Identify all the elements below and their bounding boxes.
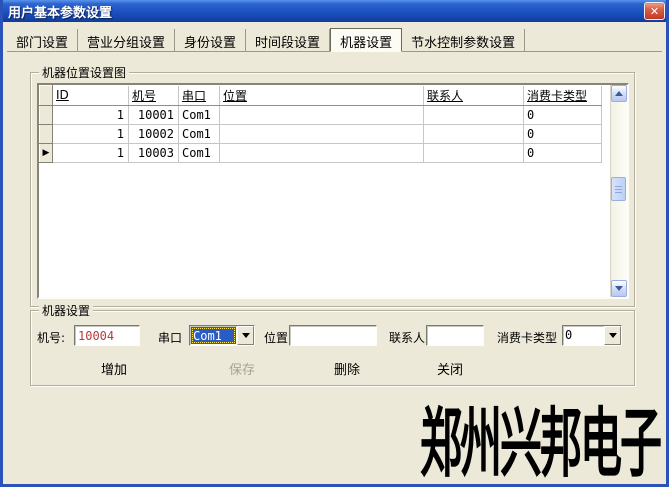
row-filler (602, 106, 610, 125)
card-type-combobox-value: 0 (563, 326, 604, 345)
column-header-port[interactable]: 串口 (179, 86, 220, 106)
column-header-id[interactable]: ID (53, 86, 129, 106)
close-dialog-button[interactable]: 关闭 (437, 359, 463, 378)
port-combobox[interactable]: Com1 (189, 325, 255, 346)
titlebar[interactable]: 用户基本参数设置 ✕ (0, 0, 669, 22)
cell-contact[interactable] (424, 144, 524, 163)
cell-card-type[interactable]: 0 (524, 125, 602, 144)
cell-port[interactable]: Com1 (179, 106, 220, 125)
machines-table: ID 机号 串口 位置 联系人 消费卡类型 1 10001 Com1 (39, 85, 610, 163)
scroll-up-arrow-icon (615, 91, 623, 96)
port-combobox-value: Com1 (191, 327, 236, 344)
current-row-arrow-icon: ▶ (43, 148, 50, 158)
cell-location[interactable] (220, 106, 424, 125)
port-label: 串口 (158, 329, 182, 346)
cell-machine-no[interactable]: 10003 (129, 144, 179, 163)
cell-contact[interactable] (424, 125, 524, 144)
row-selector-current[interactable]: ▶ (40, 144, 53, 163)
dropdown-arrow-button[interactable] (604, 326, 621, 345)
contact-label: 联系人 (389, 329, 425, 346)
watermark-text: 郑州兴邦电子 (420, 406, 660, 482)
cell-id[interactable]: 1 (53, 125, 129, 144)
row-selector[interactable] (40, 125, 53, 144)
cell-id[interactable]: 1 (53, 144, 129, 163)
row-filler (602, 125, 610, 144)
grid-header-row: ID 机号 串口 位置 联系人 消费卡类型 (40, 86, 610, 106)
close-button[interactable]: ✕ (644, 2, 665, 20)
location-input[interactable] (289, 325, 377, 346)
cell-machine-no[interactable]: 10002 (129, 125, 179, 144)
window-title: 用户基本参数设置 (8, 2, 112, 21)
table-row-current[interactable]: ▶ 1 10003 Com1 0 (40, 144, 610, 163)
row-selector[interactable] (40, 106, 53, 125)
tab-business-group-settings[interactable]: 营业分组设置 (78, 29, 175, 51)
machine-settings-group: 机器设置 机号: 串口 Com1 位置 联系人 消费卡类型 0 增加 保存 删除… (30, 310, 635, 386)
tab-identity-settings[interactable]: 身份设置 (175, 29, 246, 51)
table-row[interactable]: 1 10001 Com1 0 (40, 106, 610, 125)
machine-settings-group-title: 机器设置 (39, 302, 93, 319)
column-header-location[interactable]: 位置 (220, 86, 424, 106)
save-button[interactable]: 保存 (229, 359, 255, 378)
delete-button[interactable]: 删除 (334, 359, 360, 378)
column-header-machine-no[interactable]: 机号 (129, 86, 179, 106)
cell-location[interactable] (220, 125, 424, 144)
cell-contact[interactable] (424, 106, 524, 125)
cell-card-type[interactable]: 0 (524, 144, 602, 163)
tab-department-settings[interactable]: 部门设置 (7, 29, 78, 51)
scroll-down-arrow-icon (615, 286, 623, 291)
add-button[interactable]: 增加 (101, 359, 127, 378)
cell-id[interactable]: 1 (53, 106, 129, 125)
grid-vertical-scrollbar[interactable] (610, 85, 627, 297)
tab-water-saving-settings[interactable]: 节水控制参数设置 (402, 29, 525, 51)
close-icon: ✕ (650, 5, 659, 18)
contact-input[interactable] (426, 325, 484, 346)
cell-port[interactable]: Com1 (179, 125, 220, 144)
dialog-window: 用户基本参数设置 ✕ 部门设置 营业分组设置 身份设置 时间段设置 机器设置 节… (0, 0, 669, 487)
dropdown-arrow-icon (242, 333, 250, 338)
cell-card-type[interactable]: 0 (524, 106, 602, 125)
machine-position-group: 机器位置设置图 ID 机号 串口 位置 联系人 消费卡类型 (30, 72, 635, 307)
card-type-combobox[interactable]: 0 (562, 325, 622, 346)
table-row[interactable]: 1 10002 Com1 0 (40, 125, 610, 144)
location-label: 位置 (264, 329, 288, 346)
machine-no-input[interactable] (74, 325, 140, 346)
row-filler (602, 144, 610, 163)
tab-machine-settings[interactable]: 机器设置 (330, 28, 402, 52)
scrollbar-track[interactable] (611, 102, 627, 280)
dropdown-arrow-icon (609, 333, 617, 338)
cell-machine-no[interactable]: 10001 (129, 106, 179, 125)
scrollbar-thumb[interactable] (611, 177, 626, 201)
column-header-card-type[interactable]: 消费卡类型 (524, 86, 602, 106)
machines-grid[interactable]: ID 机号 串口 位置 联系人 消费卡类型 1 10001 Com1 (37, 83, 629, 299)
column-header-contact[interactable]: 联系人 (424, 86, 524, 106)
row-selector-header (40, 86, 53, 106)
cell-port[interactable]: Com1 (179, 144, 220, 163)
card-type-label: 消费卡类型 (497, 329, 557, 346)
machine-position-group-title: 机器位置设置图 (39, 64, 129, 81)
header-filler (602, 86, 610, 106)
scroll-down-button[interactable] (611, 280, 627, 297)
dropdown-arrow-button[interactable] (237, 326, 254, 345)
machine-no-label: 机号: (37, 329, 65, 346)
grid-scroll-area: ID 机号 串口 位置 联系人 消费卡类型 1 10001 Com1 (39, 85, 610, 297)
cell-location[interactable] (220, 144, 424, 163)
tabstrip: 部门设置 营业分组设置 身份设置 时间段设置 机器设置 节水控制参数设置 (7, 26, 662, 52)
scroll-up-button[interactable] (611, 85, 627, 102)
tab-time-period-settings[interactable]: 时间段设置 (246, 29, 330, 51)
